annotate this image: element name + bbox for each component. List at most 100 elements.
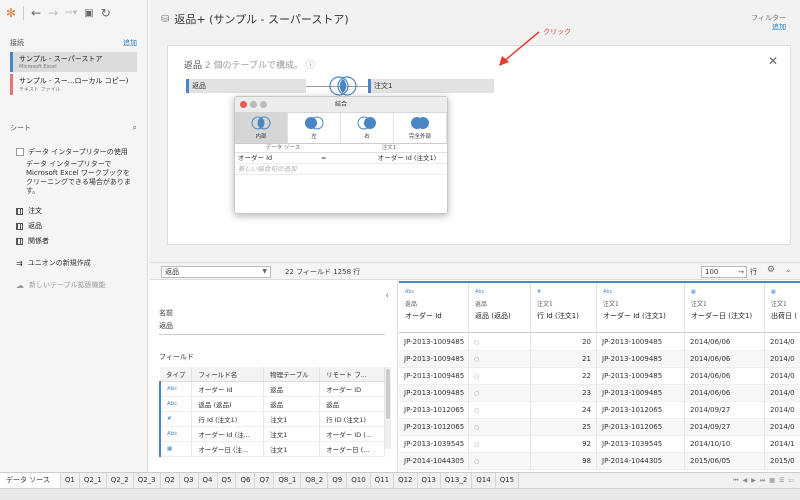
grid-cell[interactable]: 23	[531, 385, 597, 402]
apply-arrow-icon[interactable]: →	[738, 267, 744, 277]
table-row[interactable]: Abc オーダー Id (注... 注文1 オーダー ID (...	[159, 426, 385, 442]
grid-cell[interactable]: JP-2013-1009485	[399, 368, 469, 385]
grid-view-icon[interactable]: ▦	[769, 477, 775, 484]
grid-cell[interactable]: ○	[469, 334, 531, 351]
first-page-icon[interactable]: ⏮	[733, 477, 738, 485]
grid-cell[interactable]: 25	[531, 419, 597, 436]
grid-cell[interactable]: 2014/06/06	[685, 368, 765, 385]
previous-page-icon[interactable]: ◀	[743, 477, 748, 484]
tab-sheet[interactable]: Q3	[180, 473, 199, 488]
column-header-physical-table[interactable]: 物理テーブル	[263, 367, 321, 382]
grid-cell[interactable]: 2014/06/06	[685, 351, 765, 368]
grid-cell[interactable]: 22	[531, 368, 597, 385]
column-type-icon[interactable]: Abc	[405, 289, 468, 295]
zoom-window-icon[interactable]	[260, 101, 267, 108]
tableau-logo-icon[interactable]: ✻	[6, 6, 16, 20]
grid-cell[interactable]: JP-2014-1044305	[597, 453, 685, 470]
join-type-full-outer[interactable]: 完全外部	[394, 113, 447, 143]
grid-cell[interactable]: JP-2013-1039545	[399, 436, 469, 453]
table-row[interactable]: JP-2013-1039545 ○ 92 JP-2013-1039545 2014/10…	[399, 436, 800, 453]
tab-sheet[interactable]: Q8_2	[301, 473, 329, 488]
filmstrip-view-icon[interactable]: ▭	[788, 477, 794, 484]
grid-cell[interactable]: 2014/06/06	[685, 334, 765, 351]
connection-item-excel[interactable]: サンプル - スーパーストア Microsoft Excel	[10, 52, 137, 72]
search-icon[interactable]: ⌕	[133, 123, 137, 133]
field-type-icon[interactable]: Abc	[159, 381, 193, 397]
grid-cell[interactable]: JP-2013-1009485	[597, 351, 685, 368]
table-row[interactable]: JP-2013-1009485 ○ 21 JP-2013-1009485 2014/06…	[399, 351, 800, 368]
grid-cell[interactable]: 2014/0	[765, 402, 800, 419]
table-row[interactable]: Abc オーダー Id 返品 オーダー ID	[159, 381, 385, 397]
table-item-orders[interactable]: 注文	[16, 206, 147, 216]
table-select-dropdown[interactable]: 返品 ▼	[161, 266, 271, 278]
rows-input[interactable]: 100 →	[701, 266, 747, 278]
tab-sheet[interactable]: Q12	[394, 473, 418, 488]
new-table-extension-button[interactable]: ☁ 新しいテーブル拡張機能	[16, 280, 147, 290]
grid-cell[interactable]: JP-2013-1012065	[597, 419, 685, 436]
add-connection-link[interactable]: 追加	[123, 38, 137, 48]
column-header-remote-field[interactable]: リモート フ...	[319, 367, 385, 382]
inner-join-venn-icon[interactable]	[328, 75, 358, 97]
grid-cell[interactable]: 2014/0	[765, 368, 800, 385]
grid-cell[interactable]: JP-2013-1009485	[597, 385, 685, 402]
join-type-right[interactable]: 右	[341, 113, 394, 143]
field-name[interactable]: オーダー Id	[191, 381, 265, 397]
last-page-icon[interactable]: ⏭	[760, 477, 765, 485]
data-interpreter-toggle[interactable]: データ インタープリターの使用	[16, 147, 137, 157]
grid-cell[interactable]: 2014/06/06	[685, 385, 765, 402]
close-window-icon[interactable]	[240, 101, 247, 108]
table-row[interactable]: JP-2013-1012065 ○ 24 JP-2013-1012065 2014/09…	[399, 402, 800, 419]
field-type-icon[interactable]: Abc	[159, 396, 193, 412]
grid-cell[interactable]: 92	[531, 436, 597, 453]
chevron-down-icon[interactable]: ⌄	[785, 265, 792, 274]
grid-cell[interactable]: 2014/0	[765, 419, 800, 436]
next-page-icon[interactable]: ▶	[751, 477, 756, 484]
table-row[interactable]: JP-2013-1009485 ○ 22 JP-2013-1009485 2014/06…	[399, 368, 800, 385]
scrollbar-thumb[interactable]	[386, 369, 390, 419]
grid-cell[interactable]: 2014/09/27	[685, 402, 765, 419]
gear-icon[interactable]: ⚙	[767, 265, 775, 275]
tab-sheet[interactable]: Q5	[218, 473, 237, 488]
grid-cell[interactable]: JP-2013-1009485	[597, 334, 685, 351]
field-type-icon[interactable]: Abc	[159, 426, 193, 442]
tab-sheet[interactable]: Q1	[61, 473, 80, 488]
clause-left-field[interactable]: オーダー Id	[235, 153, 317, 163]
table-row[interactable]: JP-2013-1009485 ○ 23 JP-2013-1009485 2014/06…	[399, 385, 800, 402]
join-type-inner[interactable]: 内部	[235, 113, 288, 143]
tab-sheet[interactable]: Q11	[371, 473, 395, 488]
column-type-icon[interactable]: ▦	[691, 289, 764, 295]
grid-cell[interactable]: ○	[469, 402, 531, 419]
join-clause-row[interactable]: オーダー Id = オーダー Id (注文1)	[235, 153, 447, 164]
clause-operator[interactable]: =	[317, 153, 367, 163]
column-type-icon[interactable]: Abc	[475, 289, 530, 295]
grid-cell[interactable]: JP-2013-1009485	[399, 385, 469, 402]
grid-cell[interactable]: 2014/1	[765, 436, 800, 453]
minimize-window-icon[interactable]	[250, 101, 257, 108]
field-type-icon[interactable]: ▦	[159, 441, 193, 457]
tab-sheet[interactable]: Q13	[418, 473, 441, 488]
data-interpreter-checkbox[interactable]	[16, 148, 24, 156]
grid-cell[interactable]: 2014/0	[765, 385, 800, 402]
grid-cell[interactable]: JP-2013-1012065	[597, 402, 685, 419]
grid-cell[interactable]: 20	[531, 334, 597, 351]
add-filter-link[interactable]: 追加	[751, 23, 786, 32]
grid-column-header[interactable]: Abc 返品 オーダー Id	[399, 283, 469, 333]
grid-cell[interactable]: 2014/10/10	[685, 436, 765, 453]
tab-sheet[interactable]: Q9	[328, 473, 348, 488]
grid-cell[interactable]: JP-2013-1009485	[597, 368, 685, 385]
grid-cell[interactable]: JP-2013-1039545	[597, 436, 685, 453]
table-row[interactable]: ▦ オーダー日 (注... 注文1 オーダー日 (...	[159, 441, 385, 457]
grid-cell[interactable]: 2014/09/27	[685, 419, 765, 436]
grid-cell[interactable]: JP-2013-1009485	[399, 334, 469, 351]
tab-sheet[interactable]: Q7	[255, 473, 275, 488]
grid-cell[interactable]: ○	[469, 453, 531, 470]
field-name[interactable]: オーダー日 (注...	[191, 441, 265, 457]
fields-scrollbar[interactable]	[385, 367, 391, 449]
new-union-button[interactable]: ⇉ ユニオンの新規作成	[16, 258, 147, 268]
tab-sheet[interactable]: Q2_1	[80, 473, 107, 488]
tab-sheet[interactable]: Q4	[199, 473, 218, 488]
join-type-left[interactable]: 左	[288, 113, 341, 143]
grid-cell[interactable]: ○	[469, 419, 531, 436]
grid-cell[interactable]: JP-2013-1009485	[399, 351, 469, 368]
grid-column-header[interactable]: Abc 注文1 オーダー Id (注文1)	[597, 283, 685, 333]
